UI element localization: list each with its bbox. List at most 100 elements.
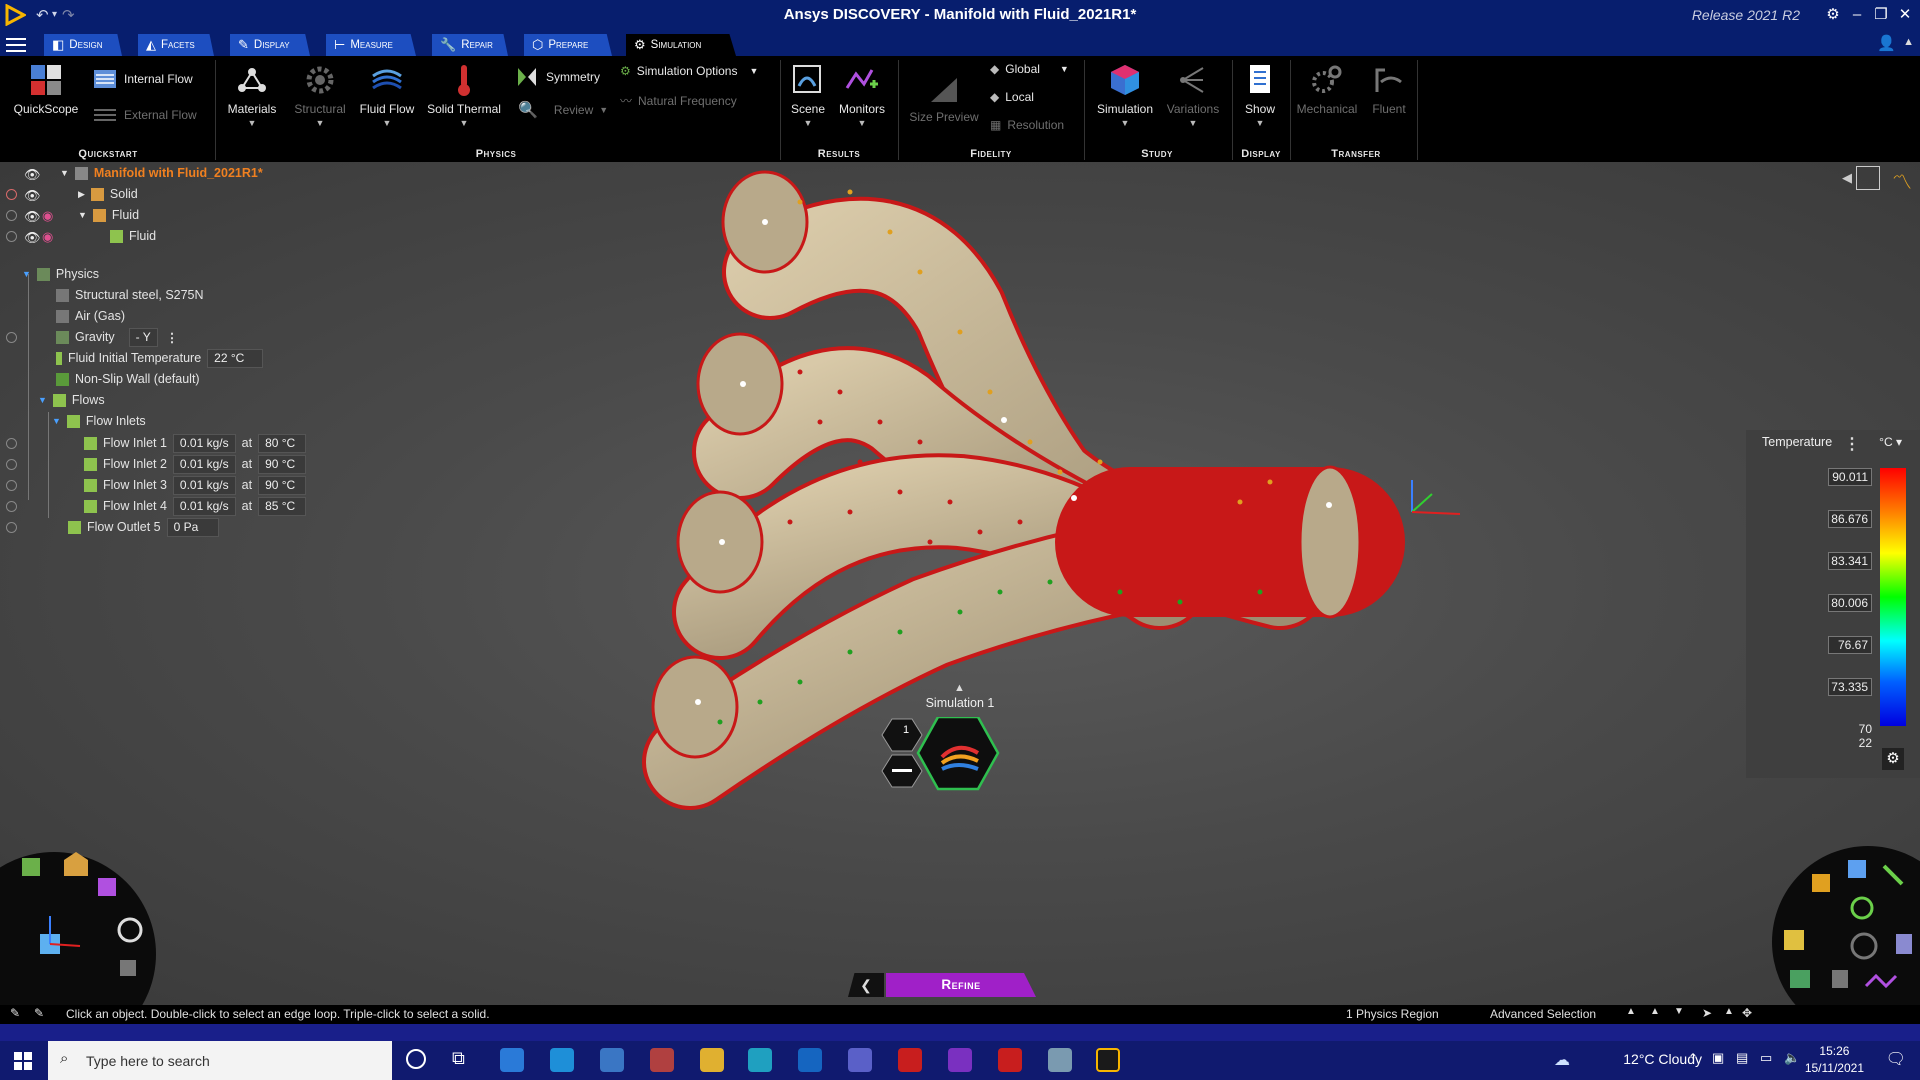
inlet-temperature-field[interactable]: 90 °C <box>258 454 307 474</box>
select-cursor-icon[interactable]: ➤ <box>1702 1006 1712 1020</box>
task-view-icon[interactable]: ⧉ <box>452 1048 465 1069</box>
tab-simulation[interactable]: ⚙ Simulation <box>626 34 736 56</box>
undo-dropdown-icon[interactable]: ▾ <box>52 9 57 20</box>
tree-check[interactable] <box>6 522 17 533</box>
tree-check[interactable] <box>6 501 17 512</box>
visibility-eye-icon[interactable]: 👁 <box>24 167 41 183</box>
variations-button[interactable]: Variations ▼ <box>1162 62 1224 128</box>
volume-icon[interactable]: 🔈 <box>1784 1050 1800 1066</box>
local-button[interactable]: ◆ Local <box>990 90 1034 104</box>
tree-item-material-air[interactable]: Air (Gas) <box>56 305 125 327</box>
simulation-options-button[interactable]: ⚙ Simulation Options ▼ <box>620 64 758 78</box>
monitors-chart-icon[interactable]: 〽 <box>1892 166 1912 195</box>
undo-icon[interactable]: ↶ <box>36 6 49 24</box>
status-up-icon[interactable]: ▲ <box>1650 1006 1660 1017</box>
expand-arrow-icon[interactable]: ▼ <box>60 168 69 178</box>
physics-region-count[interactable]: 1 Physics Region <box>1346 1007 1439 1021</box>
solidworks-2022-icon[interactable] <box>998 1048 1022 1072</box>
fluid-flow-button[interactable]: Fluid Flow ▼ <box>357 62 417 128</box>
ansys-logo-icon[interactable] <box>4 4 26 26</box>
tree-item-wall[interactable]: Non-Slip Wall (default) <box>56 368 200 390</box>
visibility-eye-icon[interactable]: 👁 <box>24 188 41 204</box>
show-button[interactable]: Show ▼ <box>1238 62 1282 128</box>
solidworks-2021-icon[interactable] <box>898 1048 922 1072</box>
tree-item-solid[interactable]: ▶ Solid <box>78 183 138 205</box>
monitors-button[interactable]: Monitors ▼ <box>836 62 888 128</box>
outlook-icon[interactable] <box>798 1048 822 1072</box>
mass-flow-field[interactable]: 0.01 kg/s <box>172 496 236 516</box>
network-icon[interactable]: ▭ <box>1760 1050 1772 1066</box>
symmetry-button[interactable]: Symmetry <box>514 64 600 90</box>
expand-arrow-icon[interactable]: ▼ <box>78 210 87 220</box>
tree-item-gravity[interactable]: Gravity - Y ⋮ <box>56 326 178 348</box>
pan-cursor-icon[interactable]: ✥ <box>1742 1006 1752 1020</box>
windows-start-icon[interactable] <box>14 1052 32 1070</box>
tree-item-flow-inlets[interactable]: ▼ Flow Inlets <box>52 410 146 432</box>
status-up-icon[interactable]: ▲ <box>1626 1006 1636 1017</box>
scene-button[interactable]: Scene ▼ <box>786 62 830 128</box>
tree-check[interactable] <box>6 438 17 449</box>
simulation-button[interactable]: Simulation ▼ <box>1090 62 1160 128</box>
manifold-model[interactable] <box>0 162 1920 1005</box>
collapse-left-icon[interactable]: ◀ <box>1842 170 1852 186</box>
user-icon[interactable]: 👤 <box>1877 34 1896 52</box>
tab-display[interactable]: ✎ Display <box>230 34 310 56</box>
close-button[interactable]: ✕ <box>1894 4 1916 26</box>
internet-explorer-icon[interactable] <box>550 1048 574 1072</box>
tree-item-fluid-temperature[interactable]: Fluid Initial Temperature 22 °C <box>56 347 264 369</box>
color-wheel-icon[interactable]: ◉ <box>42 229 53 245</box>
inlet-temperature-field[interactable]: 90 °C <box>258 475 307 495</box>
3d-viewport[interactable]: 👁 ▼ Manifold with Fluid_2021R1* 👁 ▶ Soli… <box>0 162 1920 1006</box>
inlet-temperature-field[interactable]: 85 °C <box>258 496 307 516</box>
expand-arrow-icon[interactable]: ▼ <box>52 416 61 426</box>
wifi-app-icon[interactable] <box>500 1048 524 1072</box>
notifications-icon[interactable]: 🗨 <box>1886 1049 1906 1069</box>
tray-chevron-icon[interactable]: ⌃ <box>1688 1051 1698 1065</box>
expand-arrow-icon[interactable]: ▼ <box>22 269 31 279</box>
tree-check[interactable] <box>6 459 17 470</box>
tree-item-material-steel[interactable]: Structural steel, S275N <box>56 284 204 306</box>
status-up-icon[interactable]: ▲ <box>1724 1006 1734 1017</box>
tree-item-flow-inlet-4[interactable]: Flow Inlet 4 0.01 kg/s at 85 °C <box>84 495 307 517</box>
solid-thermal-button[interactable]: Solid Thermal ▼ <box>424 62 504 128</box>
teams-icon[interactable] <box>848 1048 872 1072</box>
tree-check[interactable] <box>6 210 17 221</box>
mass-flow-field[interactable]: 0.01 kg/s <box>172 433 236 453</box>
tree-check[interactable] <box>6 480 17 491</box>
tray-icon[interactable]: ▣ <box>1712 1050 1724 1066</box>
legend-unit-select[interactable]: °C ▾ <box>1879 435 1902 449</box>
visibility-eye-icon[interactable]: 👁 <box>24 209 41 225</box>
tree-item-physics[interactable]: ▼ Physics <box>22 263 99 285</box>
redo-icon[interactable]: ↷ <box>62 6 75 24</box>
tree-item-flow-inlet-3[interactable]: Flow Inlet 3 0.01 kg/s at 90 °C <box>84 474 307 496</box>
external-flow-button[interactable]: External Flow <box>92 102 197 128</box>
tree-check[interactable] <box>6 231 17 242</box>
materials-button[interactable]: Materials ▼ <box>222 62 282 128</box>
visibility-eye-icon[interactable]: 👁 <box>24 230 41 246</box>
minimize-button[interactable]: – <box>1846 4 1868 26</box>
tree-root[interactable]: ▼ Manifold with Fluid_2021R1* <box>60 162 263 184</box>
gravity-direction-field[interactable]: - Y <box>128 327 158 347</box>
tree-item-fluid-body[interactable]: Fluid <box>110 225 156 247</box>
tree-item-fluid-group[interactable]: ▼ Fluid <box>78 204 139 226</box>
calculator-icon[interactable] <box>600 1048 624 1072</box>
tree-item-flow-inlet-2[interactable]: Flow Inlet 2 0.01 kg/s at 90 °C <box>84 453 307 475</box>
expand-arrow-icon[interactable]: ▶ <box>78 189 85 200</box>
tab-facets[interactable]: ◭ Facets <box>138 34 214 56</box>
tab-design[interactable]: ◧ Design <box>44 34 122 56</box>
mass-flow-field[interactable]: 0.01 kg/s <box>172 454 236 474</box>
tab-prepare[interactable]: ⬡ Prepare <box>524 34 612 56</box>
legend-max-field[interactable]: 90.011 <box>1828 468 1872 486</box>
app-icon[interactable] <box>1048 1048 1072 1072</box>
taskbar-search-input[interactable]: ⌕ Type here to search <box>48 1041 392 1080</box>
file-explorer-icon[interactable] <box>700 1048 724 1072</box>
edge-icon[interactable] <box>748 1048 772 1072</box>
more-options-icon[interactable]: ⋮ <box>1844 434 1860 454</box>
cortana-icon[interactable] <box>406 1049 426 1069</box>
tree-item-flow-outlet[interactable]: Flow Outlet 5 0 Pa <box>68 516 219 538</box>
view-wheel[interactable] <box>0 850 156 1006</box>
status-pen-icon[interactable]: ✎ <box>10 1006 20 1020</box>
tree-item-flow-inlet-1[interactable]: Flow Inlet 1 0.01 kg/s at 80 °C <box>84 432 307 454</box>
hamburger-menu-icon[interactable] <box>6 34 26 54</box>
fluent-button[interactable]: Fluent <box>1362 62 1416 116</box>
